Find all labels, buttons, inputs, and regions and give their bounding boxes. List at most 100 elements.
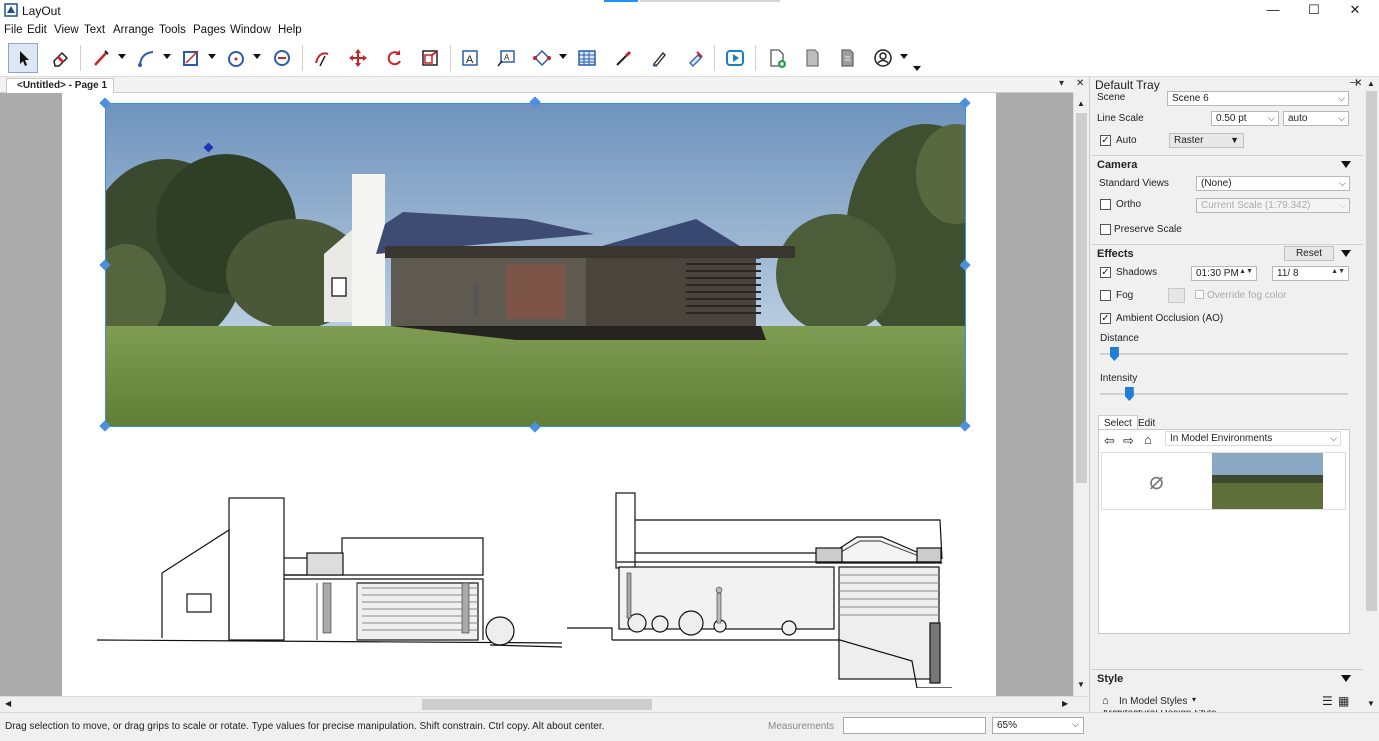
intensity-slider-track[interactable] xyxy=(1100,393,1348,395)
account-dropdown-arrow[interactable] xyxy=(900,54,908,59)
forward-arrow-icon[interactable]: ⇨ xyxy=(1123,433,1134,449)
scale-tool-button[interactable] xyxy=(415,43,445,73)
environment-collection-select[interactable]: In Model Environments ⌵ xyxy=(1165,431,1341,446)
menu-window[interactable]: Window xyxy=(230,24,271,36)
scroll-left-arrow-icon[interactable]: ◀ xyxy=(5,699,11,708)
effects-reset-button[interactable]: Reset xyxy=(1284,246,1334,261)
intensity-slider-thumb[interactable] xyxy=(1124,387,1134,401)
document-tab[interactable]: <Untitled> - Page 1 xyxy=(6,78,115,93)
delete-page-button[interactable] xyxy=(832,43,862,73)
tray-scroll-up-icon[interactable]: ▲ xyxy=(1367,79,1375,88)
join-tool-button[interactable] xyxy=(680,43,710,73)
standard-views-select[interactable]: (None) ⌵ xyxy=(1196,176,1350,191)
back-arrow-icon[interactable]: ⇦ xyxy=(1104,433,1115,449)
list-view-icon[interactable]: ☰ xyxy=(1322,694,1333,708)
text-tool-button[interactable]: A xyxy=(455,43,485,73)
minimize-button[interactable]: — xyxy=(1250,0,1296,22)
document-tab-bar: <Untitled> - Page 1 ▾ xyxy=(0,77,1073,93)
measurements-input[interactable] xyxy=(843,717,986,734)
split-tool-button[interactable] xyxy=(307,43,337,73)
menu-edit[interactable]: Edit xyxy=(27,24,47,36)
line-scale-mode-select[interactable]: auto ⌵ xyxy=(1283,111,1349,126)
line-scale-select[interactable]: 0.50 pt ⌵ xyxy=(1211,111,1279,126)
style-tool-button[interactable] xyxy=(644,43,674,73)
scale-icon xyxy=(422,50,438,66)
style-home-icon[interactable]: ⌂ xyxy=(1102,695,1109,707)
line-tool-button[interactable] xyxy=(86,43,116,73)
fog-checkbox[interactable] xyxy=(1100,290,1111,301)
scroll-up-arrow-icon[interactable]: ▲ xyxy=(1077,99,1085,108)
label-tool-button[interactable]: A xyxy=(491,43,521,73)
elevation-drawings[interactable] xyxy=(92,483,992,688)
shadow-date-field[interactable]: 11/ 8 ▲▼ xyxy=(1272,266,1349,281)
canvas-vertical-scrollbar[interactable]: ▲ ▼ xyxy=(1073,93,1088,696)
scroll-down-arrow-icon[interactable]: ▼ xyxy=(1077,680,1085,689)
render-mode-dropdown[interactable]: Raster ▼ xyxy=(1169,133,1244,148)
no-environment-icon[interactable]: ⌀ xyxy=(1102,453,1211,509)
fog-label: Fog xyxy=(1116,290,1134,301)
move-tool-button[interactable] xyxy=(343,43,373,73)
menu-arrange[interactable]: Arrange xyxy=(113,24,154,36)
camera-title: Camera xyxy=(1097,159,1138,171)
present-button[interactable] xyxy=(720,43,750,73)
ortho-checkbox[interactable] xyxy=(1100,199,1111,210)
spinner-icon: ▲▼ xyxy=(1239,268,1253,275)
tray-close-icon[interactable]: ✕ xyxy=(1354,78,1362,89)
menu-view[interactable]: View xyxy=(54,24,79,36)
ambient-occlusion-checkbox[interactable]: ✓ xyxy=(1100,313,1111,324)
shadows-checkbox[interactable]: ✓ xyxy=(1100,267,1111,278)
dimension-dropdown-arrow[interactable] xyxy=(559,54,567,59)
field-environment-thumbnail[interactable] xyxy=(1212,453,1323,509)
circle-tool-button[interactable] xyxy=(221,43,251,73)
preserve-scale-checkbox[interactable] xyxy=(1100,224,1111,235)
tab-list-arrow-icon[interactable]: ▾ xyxy=(1059,78,1064,89)
arc-dropdown-arrow[interactable] xyxy=(163,54,171,59)
canvas-horizontal-scrollbar[interactable]: ◀ ▶ xyxy=(0,696,1088,712)
style-section-header[interactable]: Style xyxy=(1091,669,1363,687)
line-scale-value: 0.50 pt xyxy=(1216,113,1247,124)
menu-tools[interactable]: Tools xyxy=(159,24,186,36)
rectangle-dropdown-arrow[interactable] xyxy=(208,54,216,59)
zoom-select[interactable]: 65% ⌵ xyxy=(992,717,1084,734)
circle-dropdown-arrow[interactable] xyxy=(253,54,261,59)
tray-scroll-thumb[interactable] xyxy=(1366,91,1377,611)
shadow-time-field[interactable]: 01:30 PM ▲▼ xyxy=(1191,266,1257,281)
select-tool-button[interactable] xyxy=(8,43,38,73)
tray-scroll-down-icon[interactable]: ▼ xyxy=(1367,699,1375,708)
scene-select[interactable]: Scene 6 ⌵ xyxy=(1167,91,1349,106)
sample-tool-button[interactable] xyxy=(608,43,638,73)
style-collection-label[interactable]: In Model Styles xyxy=(1119,696,1187,707)
horizontal-scroll-thumb[interactable] xyxy=(422,699,652,710)
home-icon[interactable]: ⌂ xyxy=(1144,432,1152,447)
account-button[interactable] xyxy=(868,43,898,73)
menu-text[interactable]: Text xyxy=(84,24,105,36)
grid-view-icon[interactable]: ▦ xyxy=(1338,694,1349,708)
tray-scrollbar[interactable]: ▲ ▼ xyxy=(1364,77,1379,712)
tab-close-icon[interactable]: ✕ xyxy=(1076,78,1084,89)
style-collection-arrow-icon[interactable]: ▾ xyxy=(1192,695,1196,704)
polygon-tool-button[interactable] xyxy=(267,43,297,73)
eraser-tool-button[interactable] xyxy=(45,43,75,73)
menu-pages[interactable]: Pages xyxy=(193,24,226,36)
camera-section-header[interactable]: Camera xyxy=(1091,155,1363,173)
scroll-right-arrow-icon[interactable]: ▶ xyxy=(1062,699,1068,708)
vertical-scroll-thumb[interactable] xyxy=(1076,113,1087,483)
menu-file[interactable]: File xyxy=(4,24,23,36)
toolbar-overflow-arrow[interactable] xyxy=(913,66,921,71)
duplicate-page-button[interactable] xyxy=(797,43,827,73)
maximize-button[interactable]: ☐ xyxy=(1291,0,1337,22)
selection-bounding-box[interactable] xyxy=(105,103,966,427)
distance-slider-track[interactable] xyxy=(1100,353,1348,355)
line-dropdown-arrow[interactable] xyxy=(118,54,126,59)
rotate-tool-button[interactable] xyxy=(379,43,409,73)
dimension-tool-button[interactable] xyxy=(527,43,557,73)
add-page-button[interactable] xyxy=(762,43,792,73)
distance-slider-thumb[interactable] xyxy=(1109,347,1119,361)
arc-tool-button[interactable] xyxy=(131,43,161,73)
auto-checkbox[interactable]: ✓ xyxy=(1100,135,1111,146)
table-tool-button[interactable] xyxy=(572,43,602,73)
menu-help[interactable]: Help xyxy=(278,24,302,36)
scene-value: Scene 6 xyxy=(1172,93,1209,104)
rectangle-tool-button[interactable] xyxy=(176,43,206,73)
close-button[interactable]: ✕ xyxy=(1332,0,1378,22)
